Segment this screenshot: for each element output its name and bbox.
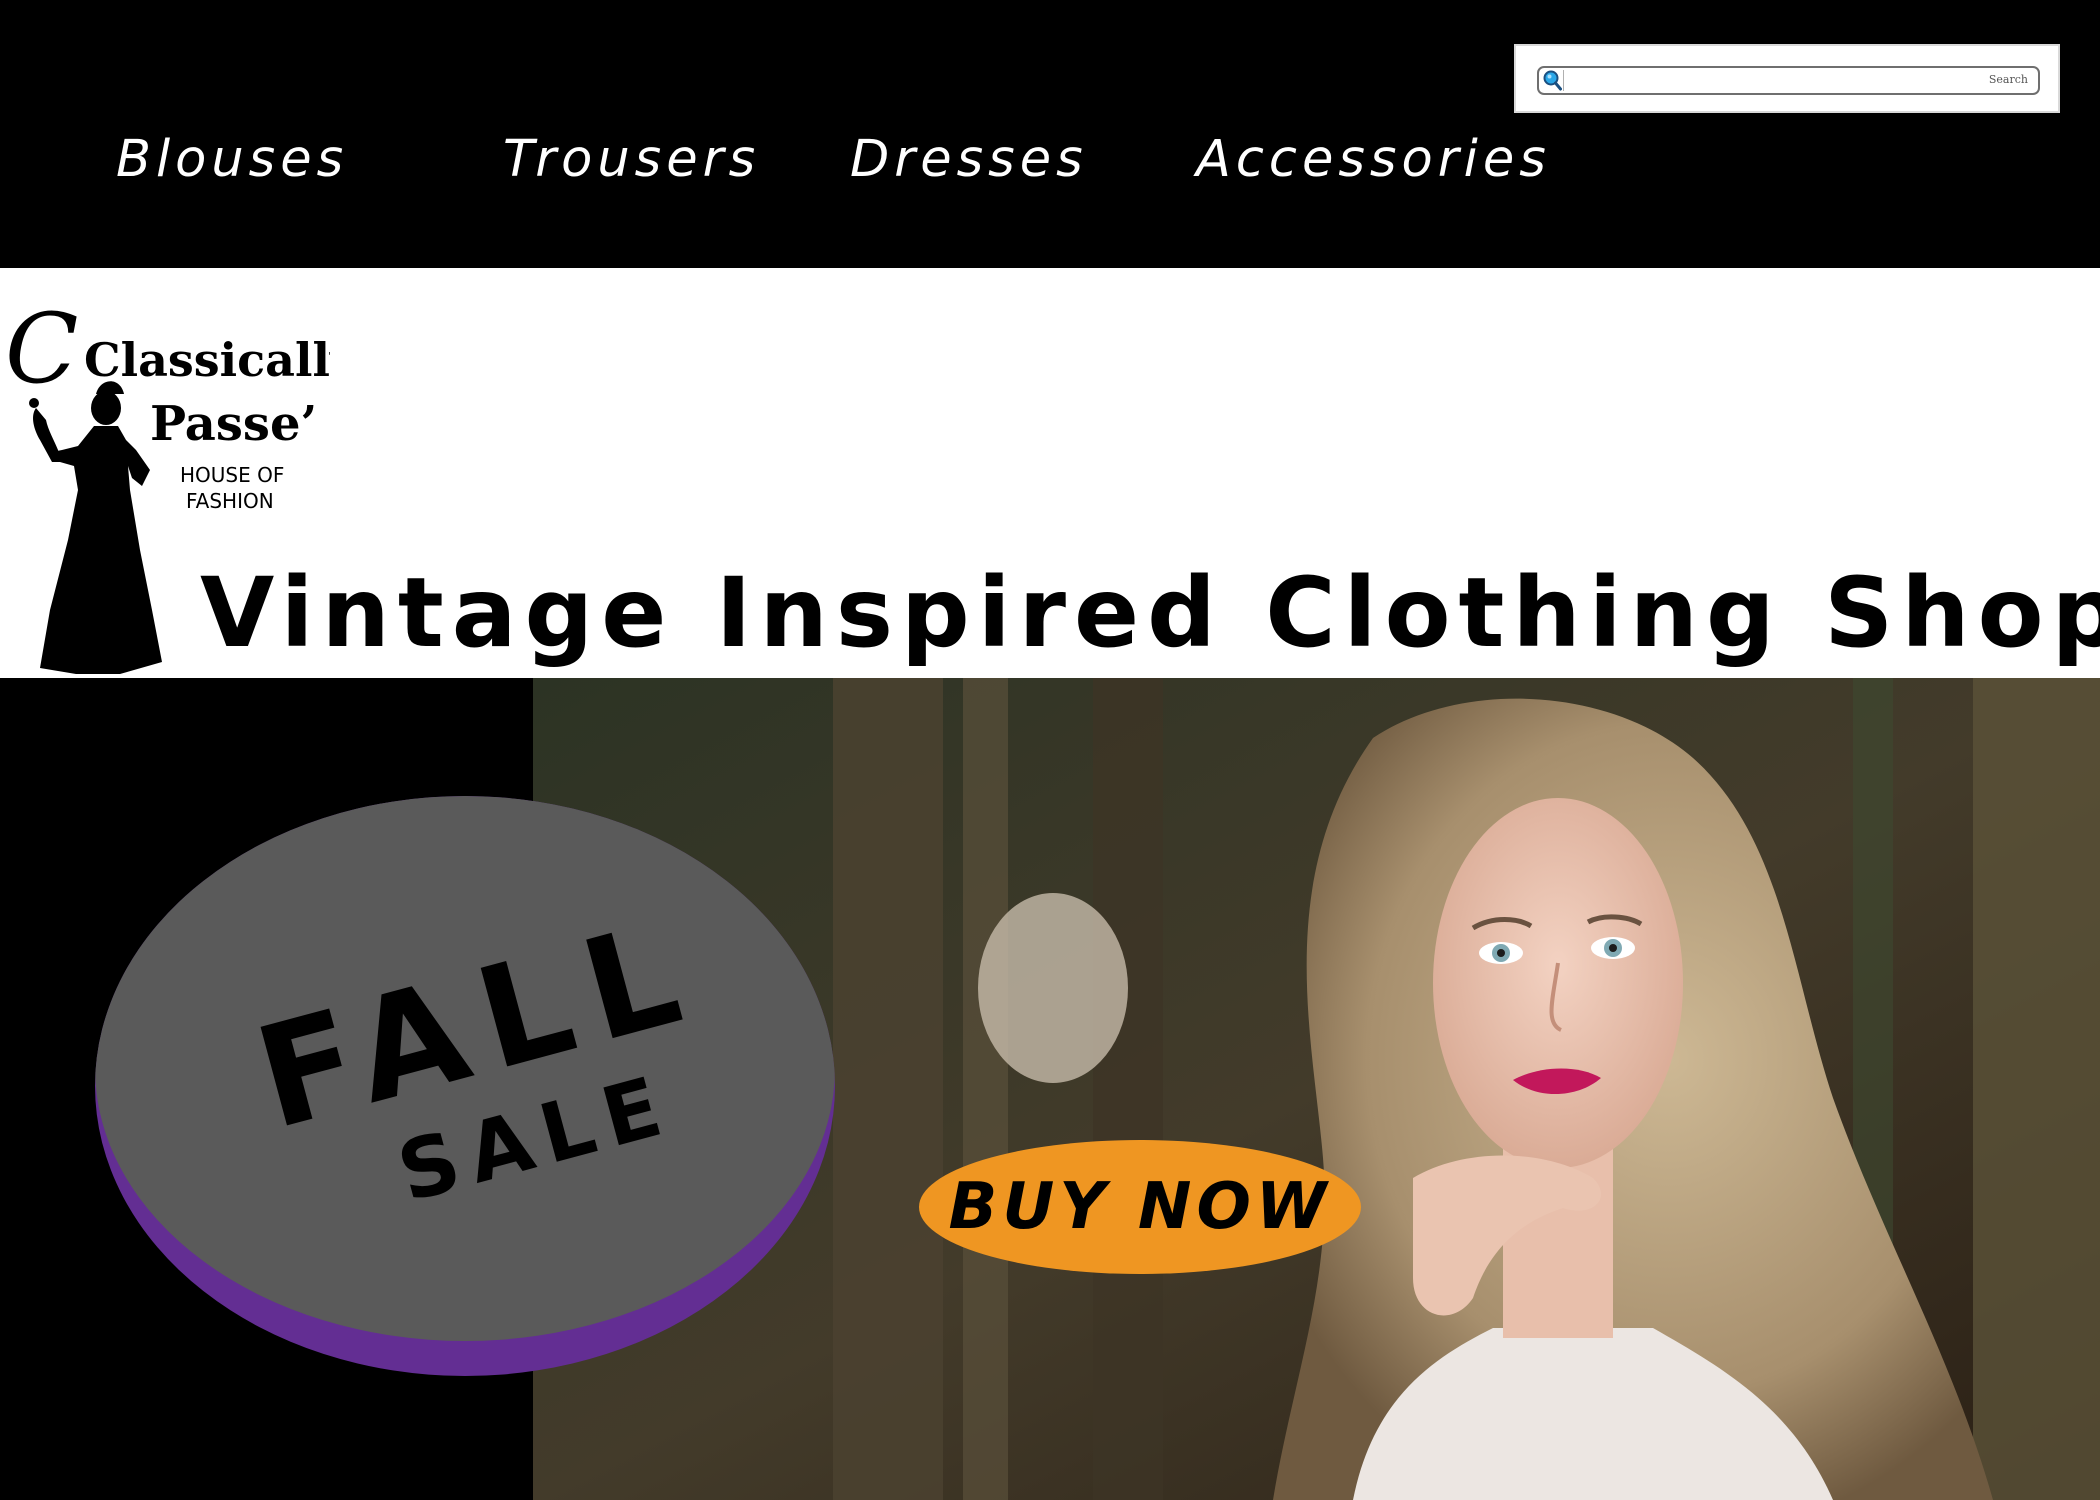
logo-initial: C (5, 293, 78, 405)
woman-silhouette-icon (29, 381, 162, 674)
fall-sale-badge[interactable]: FALL SALE (95, 796, 835, 1376)
logo-house-of: HOUSE OF (180, 463, 284, 487)
logo-subtitle: Passe’ (150, 396, 317, 452)
nav-item-accessories[interactable]: Accessories (1196, 128, 1551, 192)
hero-banner: FALL SALE BUY NOW (0, 678, 2100, 1500)
search-panel: Search (1514, 44, 2060, 113)
top-navigation-bar: Blouses Trousers Dresses Accessories Sea… (0, 0, 2100, 268)
search-icon[interactable] (1542, 70, 1562, 91)
buy-now-button[interactable]: BUY NOW (919, 1140, 1361, 1274)
nav-item-blouses[interactable]: Blouses (116, 128, 348, 192)
search-button[interactable]: Search (1989, 73, 2028, 86)
shop-tagline: Vintage Inspired Clothing Shop (200, 557, 2100, 669)
search-divider (1563, 70, 1564, 91)
nav-item-dresses[interactable]: Dresses (850, 128, 1088, 192)
brand-strip: C Classically Passe’ HOUSE OF FASHION Vi… (0, 268, 2100, 678)
sale-badge-text: FALL SALE (95, 796, 835, 1376)
logo-fashion: FASHION (186, 489, 274, 513)
logo-title: Classically (84, 333, 330, 387)
search-input[interactable]: Search (1537, 66, 2040, 95)
nav-item-trousers[interactable]: Trousers (503, 128, 760, 192)
